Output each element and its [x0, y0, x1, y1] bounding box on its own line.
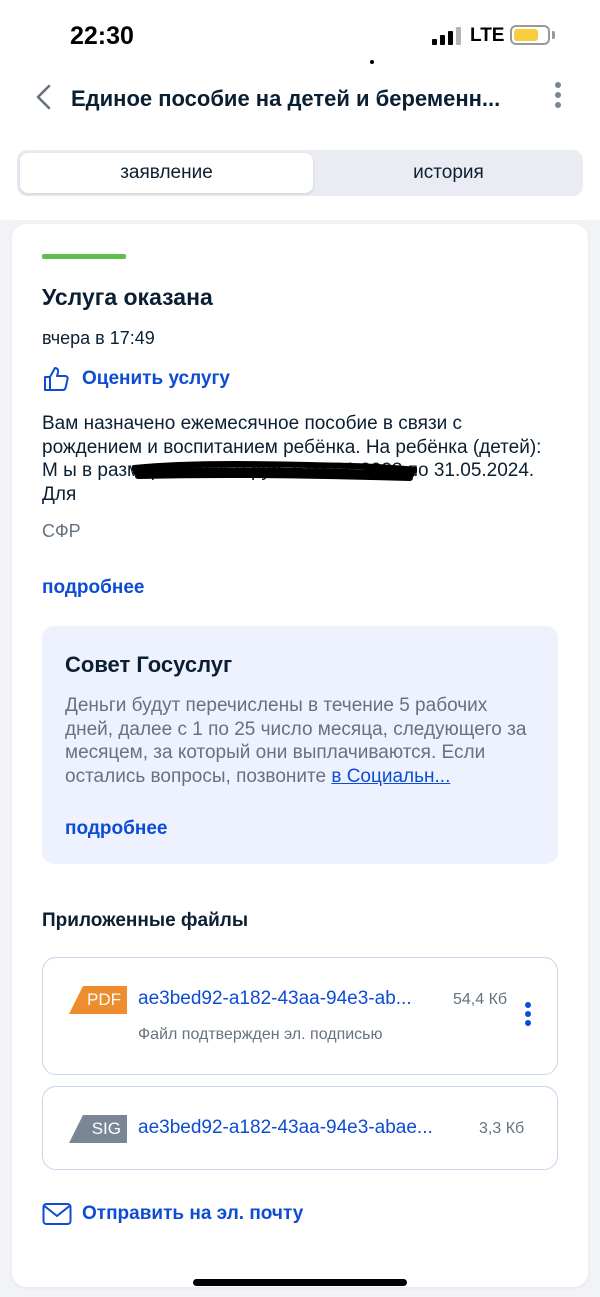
file-size: 54,4 Кб — [453, 991, 508, 1008]
status-indicator — [42, 254, 126, 259]
attached-files-title: Приложенные файлы — [42, 910, 249, 931]
rate-service-label: Оценить услугу — [82, 368, 230, 389]
camera-dot — [370, 60, 374, 64]
file-menu-icon[interactable] — [525, 1002, 533, 1029]
more-vertical-icon[interactable] — [550, 82, 566, 112]
details-link[interactable]: подробнее — [42, 577, 144, 599]
tab-application[interactable]: заявление — [20, 153, 313, 193]
status-title: Услуга оказана — [42, 284, 213, 310]
file-item[interactable]: SIG ae3bed92-a182-43aa-94e3-abae... 3,3 … — [42, 1086, 558, 1170]
status-time: 22:30 — [70, 22, 134, 50]
organization-label: СФР — [42, 521, 81, 541]
back-icon[interactable] — [30, 82, 60, 112]
status-description: Вам назначено ежемесячное пособие в связ… — [42, 413, 542, 505]
battery-icon — [510, 25, 550, 45]
redaction-scribble — [132, 461, 417, 481]
tip-text: Деньги будут перечислены в течение 5 раб… — [65, 694, 537, 788]
tab-switcher: заявление история — [17, 150, 583, 196]
rate-service-button[interactable]: Оценить услугу — [42, 364, 230, 394]
file-name[interactable]: ae3bed92-a182-43aa-94e3-ab... — [138, 988, 412, 1010]
tip-details-link[interactable]: подробнее — [65, 818, 167, 840]
tab-history[interactable]: история — [317, 153, 580, 193]
send-email-button[interactable]: Отправить на эл. почту — [42, 1199, 303, 1229]
thumbs-up-icon — [44, 367, 69, 391]
status-bar: 22:30 LTE — [0, 0, 600, 72]
envelope-icon — [42, 1203, 72, 1225]
tip-body: Деньги будут перечислены в течение 5 раб… — [65, 695, 527, 787]
social-fund-link[interactable]: в Социальн... — [331, 766, 450, 787]
file-size: 3,3 Кб — [479, 1120, 525, 1137]
signal-icon — [432, 27, 464, 45]
tip-title: Совет Госуслуг — [65, 652, 233, 677]
network-label: LTE — [470, 25, 505, 46]
tip-panel: Совет Госуслуг Деньги будут перечислены … — [42, 626, 558, 864]
home-indicator[interactable] — [193, 1279, 407, 1286]
file-name[interactable]: ae3bed92-a182-43aa-94e3-abae... — [138, 1117, 433, 1139]
application-card: Услуга оказана вчера в 17:49 Оценить усл… — [12, 224, 588, 1287]
page-title: Единое пособие на детей и беременн... — [71, 86, 501, 111]
pdf-badge-icon: PDF — [69, 986, 127, 1014]
battery-tip — [552, 31, 555, 39]
status-timestamp: вчера в 17:49 — [42, 328, 155, 348]
send-email-label: Отправить на эл. почту — [82, 1203, 304, 1224]
app-header: Единое пособие на детей и беременн... — [0, 72, 600, 130]
signature-note: Файл подтвержден эл. подписью — [138, 1026, 383, 1043]
file-item[interactable]: PDF ae3bed92-a182-43aa-94e3-ab... 54,4 К… — [42, 957, 558, 1075]
sig-badge-icon: SIG — [69, 1115, 127, 1143]
